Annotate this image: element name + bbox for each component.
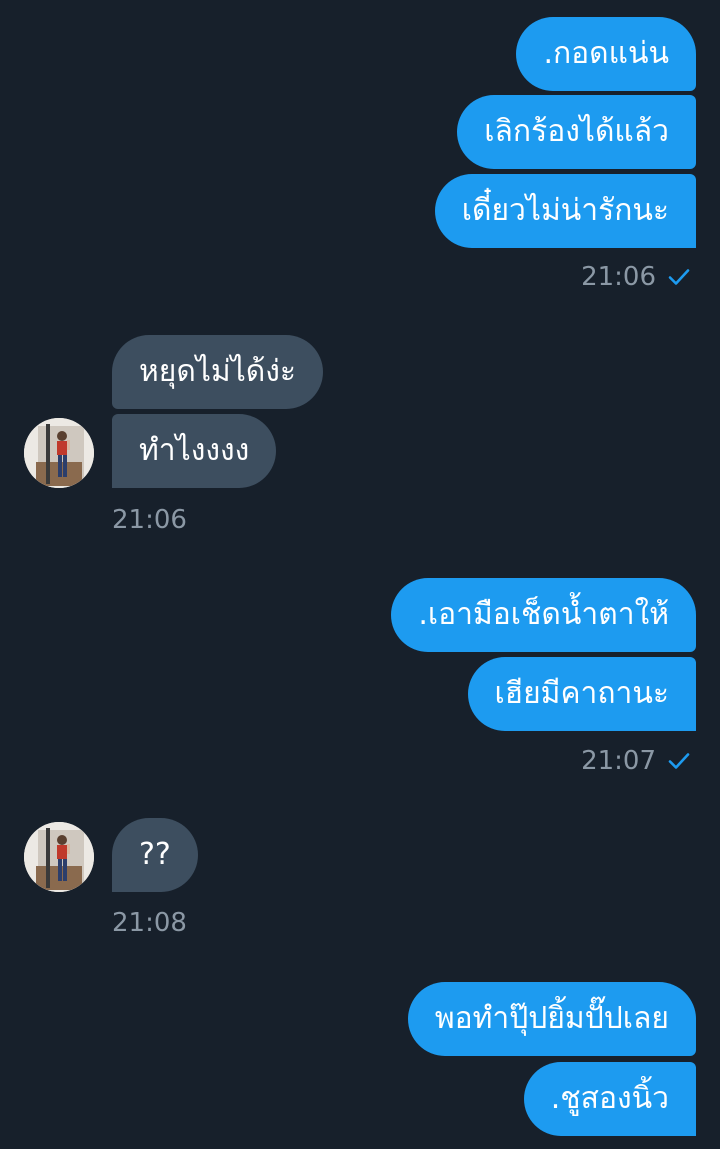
avatar-photo [24, 822, 94, 892]
check-icon [668, 269, 690, 285]
message-timestamp: 21:06 [581, 262, 690, 292]
incoming-message[interactable]: ทำไงงงง [112, 414, 277, 488]
outgoing-message[interactable]: เดี๋ยวไม่น่ารักนะ [434, 174, 696, 248]
avatar-photo [24, 418, 94, 488]
incoming-message[interactable]: หยุดไม่ได้ง่ะ [112, 335, 324, 409]
incoming-message[interactable]: ?? [112, 818, 198, 892]
outgoing-message[interactable]: .ชูสองนิ้ว [523, 1062, 696, 1136]
outgoing-message[interactable]: เฮียมีคาถานะ [467, 657, 696, 731]
message-timestamp: 21:07 [581, 746, 690, 776]
timestamp-text: 21:06 [581, 262, 656, 292]
check-icon [668, 753, 690, 769]
outgoing-message[interactable]: .กอดแน่น [516, 17, 696, 91]
message-timestamp: 21:08 [112, 908, 187, 938]
outgoing-message[interactable]: .เอามือเช็ดน้ำตาให้ [391, 578, 696, 652]
outgoing-message[interactable]: พอทำปุ๊ปยิ้มปั๊ปเลย [407, 982, 696, 1056]
avatar[interactable] [24, 418, 94, 488]
timestamp-text: 21:07 [581, 746, 656, 776]
avatar[interactable] [24, 822, 94, 892]
message-timestamp: 21:06 [112, 505, 187, 535]
outgoing-message[interactable]: เลิกร้องได้แล้ว [457, 95, 696, 169]
chat-thread: .กอดแน่น เลิกร้องได้แล้ว เดี๋ยวไม่น่ารัก… [0, 0, 720, 1149]
